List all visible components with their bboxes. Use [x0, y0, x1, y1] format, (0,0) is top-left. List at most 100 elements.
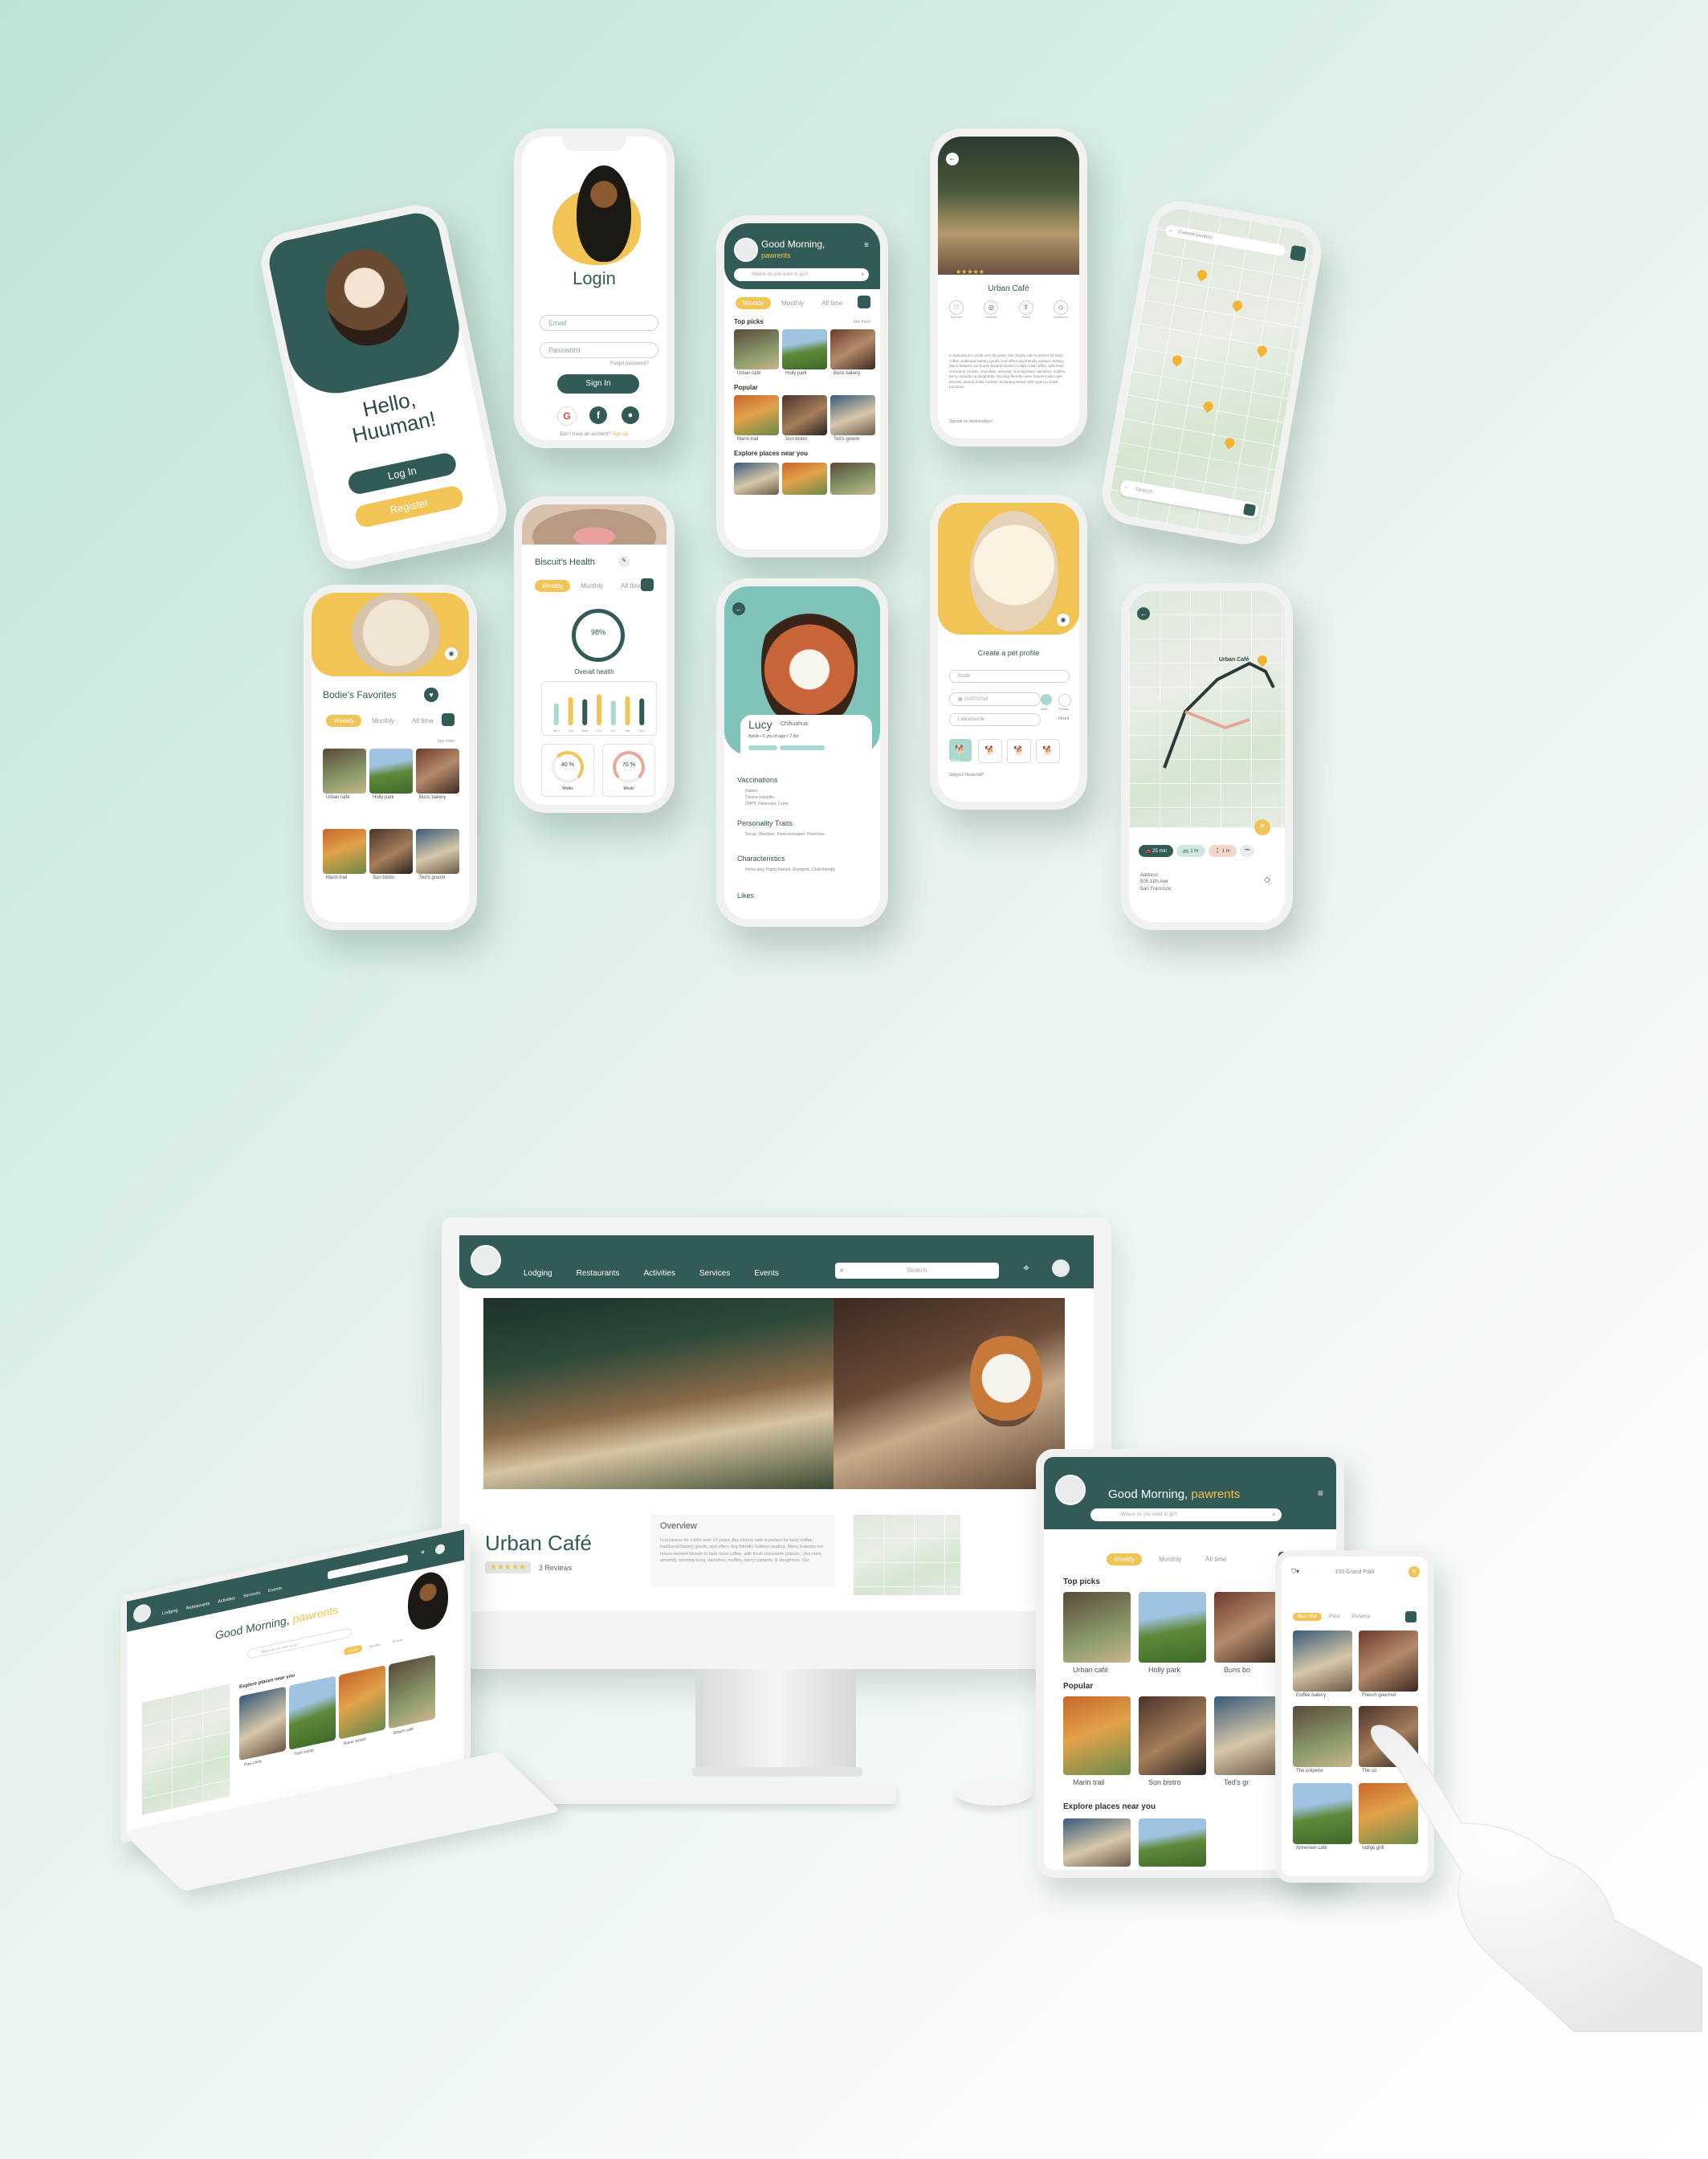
tab-distance[interactable]: Distance	[1347, 1613, 1375, 1621]
heart-icon[interactable]: ♥	[424, 688, 438, 702]
filter-icon[interactable]	[1242, 503, 1257, 516]
nav-activities[interactable]: Activities	[644, 1269, 675, 1278]
menu-icon[interactable]: ≡	[1318, 1488, 1323, 1499]
tab-best-match[interactable]: Best Mat	[1293, 1613, 1322, 1621]
thumb-holly-park[interactable]	[782, 329, 827, 369]
signup-link[interactable]: Sign up	[612, 432, 628, 437]
nav-restaurants[interactable]: Restaurants	[186, 1602, 210, 1611]
directions-icon[interactable]: ◇	[1264, 875, 1270, 884]
tab-weekly[interactable]: Weekly	[736, 297, 772, 309]
back-icon[interactable]: ←	[1168, 225, 1175, 237]
laptop-thumb-2[interactable]	[289, 1675, 336, 1750]
tab-weekly[interactable]: Weekly	[535, 580, 571, 592]
fav-thumb-marin-trail[interactable]	[323, 829, 366, 874]
filter-icon[interactable]	[1405, 1611, 1417, 1622]
tab-weekly[interactable]: Weekly	[326, 715, 362, 727]
see-more-link[interactable]: See more	[437, 739, 455, 744]
location-pin-icon[interactable]: ⌖	[1023, 1261, 1029, 1275]
nav-events[interactable]: Events	[754, 1269, 779, 1278]
nav-activities[interactable]: Activities	[218, 1596, 235, 1605]
laptop-search-input[interactable]	[328, 1554, 408, 1580]
nav-services[interactable]: Services	[243, 1590, 260, 1598]
pet-name-field[interactable]: Bodie	[949, 670, 1070, 683]
thumb-explore-2[interactable]	[782, 463, 827, 495]
thumb-sun-bistro[interactable]	[782, 395, 827, 435]
tablet-search-bar[interactable]: Where do you want to go? ⌕	[1090, 1508, 1282, 1521]
camera-icon[interactable]: ◉	[1057, 614, 1070, 626]
back-icon[interactable]: ←	[946, 153, 959, 165]
close-route-button[interactable]: ✕	[1254, 819, 1270, 835]
google-icon[interactable]: G	[557, 406, 577, 426]
tab-all-time[interactable]: All time	[1198, 1553, 1233, 1565]
laptop-thumb-3[interactable]	[339, 1665, 385, 1740]
tab-monthly[interactable]: Monthly	[573, 580, 610, 592]
desktop-map[interactable]	[853, 1515, 960, 1595]
thumb-teds-groom[interactable]	[830, 395, 875, 435]
share-action[interactable]: ⇪ Share	[1018, 300, 1033, 319]
nav-events[interactable]: Events	[268, 1586, 282, 1594]
apple-icon[interactable]: ●	[622, 406, 639, 424]
laptop-thumb-1[interactable]	[239, 1686, 286, 1761]
see-more-link[interactable]: See more	[853, 320, 870, 324]
filter-icon[interactable]	[442, 713, 455, 726]
small-thumb-3[interactable]	[1293, 1706, 1352, 1767]
filter-icon[interactable]	[1290, 244, 1306, 262]
facebook-icon[interactable]: f	[589, 406, 607, 424]
search-icon[interactable]: ⌕	[1273, 1508, 1275, 1521]
thumb-buns-bakery[interactable]	[830, 329, 875, 369]
avatar[interactable]	[734, 238, 758, 262]
tab-all-time[interactable]: All time	[388, 1635, 406, 1647]
size-option-large[interactable]: 🐕	[1007, 739, 1031, 763]
desktop-search-input[interactable]: ⌕ Search	[835, 1263, 999, 1279]
tab-price[interactable]: Price	[1324, 1613, 1345, 1621]
edit-icon[interactable]: ✎	[618, 556, 630, 567]
menu-icon[interactable]: ≡	[864, 241, 869, 250]
fav-thumb-teds-groom[interactable]	[416, 829, 459, 874]
fav-thumb-holly-park[interactable]	[369, 749, 413, 794]
nav-services[interactable]: Services	[699, 1269, 730, 1278]
tablet-thumb-teds-groom[interactable]	[1214, 1696, 1282, 1775]
profile-avatar[interactable]	[1052, 1259, 1070, 1277]
size-option-medium[interactable]: 🐕	[978, 739, 1002, 763]
size-option-xlarge[interactable]: 🐕	[1036, 739, 1060, 763]
search-icon[interactable]: ⌕	[862, 268, 864, 281]
laptop-thumb-4[interactable]	[389, 1655, 435, 1729]
fav-thumb-sun-bistro[interactable]	[369, 829, 413, 874]
logo-avatar[interactable]	[133, 1602, 151, 1624]
drive-chip[interactable]: 🚗 25 min	[1139, 845, 1174, 857]
website-action[interactable]: ◎ Website	[984, 300, 999, 319]
nav-lodging[interactable]: Lodging	[524, 1269, 552, 1278]
tab-monthly[interactable]: Monthly	[1152, 1553, 1188, 1565]
sign-in-button[interactable]: Sign In	[557, 374, 639, 394]
fav-thumb-urban-cafe[interactable]	[323, 749, 366, 794]
forgot-password-link[interactable]: Forgot password?	[610, 361, 649, 366]
transit-chip[interactable]: 🚌 1 hr	[1176, 845, 1205, 857]
male-option[interactable]	[1041, 694, 1052, 705]
thumb-explore-1[interactable]	[734, 463, 779, 495]
favorite-action[interactable]: ♡ Favorite	[949, 300, 964, 319]
breed-field[interactable]: Labradoodle	[949, 713, 1041, 726]
thumb-urban-cafe[interactable]	[734, 329, 779, 369]
tab-all-time[interactable]: All time	[814, 297, 850, 309]
tablet-thumb-sun-bistro[interactable]	[1139, 1696, 1206, 1775]
tablet-explore-thumb-2[interactable]	[1139, 1818, 1206, 1867]
tablet-thumb-marin-trail[interactable]	[1063, 1696, 1131, 1775]
laptop-map[interactable]	[141, 1684, 230, 1815]
laptop-search-bar[interactable]: Where do you want to go?	[247, 1627, 352, 1659]
filter-icon[interactable]	[858, 296, 870, 308]
password-field[interactable]: Password	[540, 342, 658, 358]
fav-thumb-buns-bakery[interactable]	[416, 749, 459, 794]
logo-avatar[interactable]	[471, 1245, 501, 1275]
directions-action[interactable]: ◇ Directions	[1053, 300, 1068, 319]
home-search-bar[interactable]: Where do you want to go? ⌕	[734, 268, 869, 281]
profile-avatar[interactable]	[435, 1543, 445, 1556]
location-pin-icon[interactable]: ⌖	[421, 1548, 425, 1557]
tab-weekly[interactable]: Weekly	[1107, 1553, 1143, 1565]
avatar[interactable]	[1055, 1475, 1086, 1505]
tab-weekly[interactable]: Weekly	[344, 1644, 363, 1656]
camera-icon[interactable]: ◉	[445, 647, 458, 660]
small-thumb-1[interactable]	[1293, 1630, 1352, 1692]
nav-restaurants[interactable]: Restaurants	[577, 1269, 620, 1278]
birthdate-field[interactable]: ▦ 10/07/2018	[949, 692, 1041, 706]
thumb-marin-trail[interactable]	[734, 395, 779, 435]
